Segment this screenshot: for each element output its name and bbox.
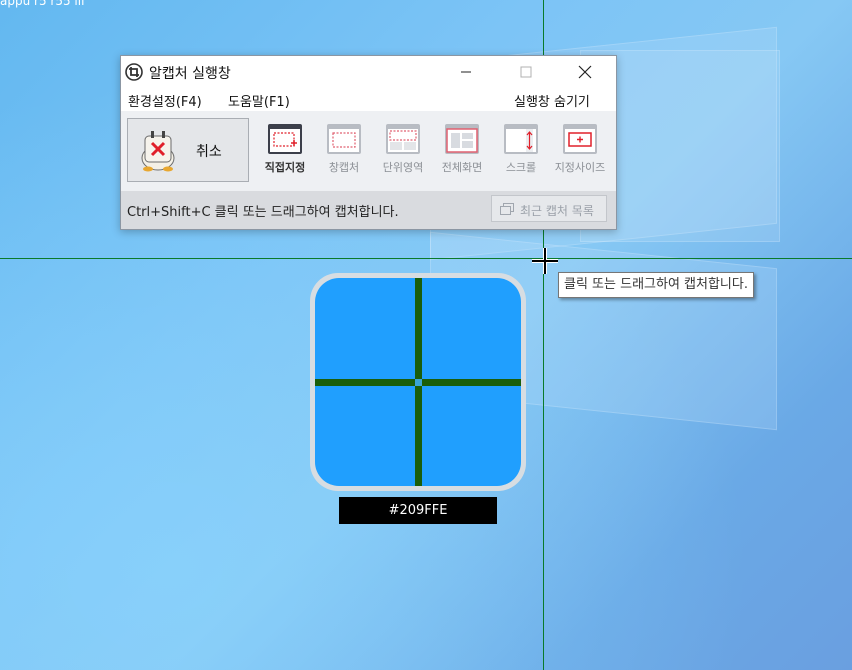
maximize-button[interactable] <box>503 56 549 87</box>
menu-hide-window[interactable]: 실행창 숨기기 <box>514 91 590 110</box>
cancel-mascot-icon <box>141 131 175 172</box>
alcapture-window: 알캡처 실행창 환경설정(F4) 도움말(F1) 실행창 숨기기 취소 직접지정… <box>120 55 617 230</box>
cancel-label: 취소 <box>196 144 222 160</box>
window-capture-icon <box>327 124 361 154</box>
tool-window-capture[interactable]: 창캡처 <box>315 123 373 183</box>
tool-full-screen[interactable]: 전체화면 <box>433 123 491 183</box>
tool-label: 단위영역 <box>382 161 424 174</box>
tool-scroll[interactable]: 스크롤 <box>492 123 550 183</box>
tool-label: 전체화면 <box>441 161 483 174</box>
unit-area-icon <box>386 124 420 154</box>
menu-settings[interactable]: 환경설정(F4) <box>128 91 202 110</box>
tool-unit-area[interactable]: 단위영역 <box>374 123 432 183</box>
cancel-button[interactable]: 취소 <box>127 118 249 182</box>
fixed-size-icon <box>563 124 597 154</box>
window-title: 알캡처 실행창 <box>149 66 231 82</box>
magnifier-view <box>315 278 521 486</box>
crosshair-horizontal-line <box>0 258 852 259</box>
tool-label: 지정사이즈 <box>554 161 606 174</box>
recent-captures-label: 최근 캡처 목록 <box>520 204 594 218</box>
direct-select-icon <box>268 124 302 154</box>
full-screen-icon <box>445 124 479 154</box>
menu-help[interactable]: 도움말(F1) <box>228 91 290 110</box>
tool-fixed-size[interactable]: 지정사이즈 <box>551 123 609 183</box>
scroll-icon <box>504 124 538 154</box>
minimize-button[interactable] <box>443 56 489 87</box>
tool-label: 직접지정 <box>264 161 306 174</box>
recent-captures-button[interactable]: 최근 캡처 목록 <box>491 195 607 222</box>
tool-direct-select[interactable]: 직접지정 <box>256 123 314 183</box>
color-magnifier <box>310 273 526 491</box>
crosshair-cursor-icon <box>532 248 558 274</box>
status-bar: Ctrl+Shift+C 클릭 또는 드래그하여 캡처합니다. 최근 캡처 목록 <box>121 191 616 229</box>
color-code-label: #209FFE <box>339 497 497 524</box>
tool-label: 창캡처 <box>328 161 360 174</box>
recent-list-icon <box>500 203 514 215</box>
menu-bar: 환경설정(F4) 도움말(F1) 실행창 숨기기 <box>121 89 616 111</box>
close-icon <box>578 65 592 78</box>
capture-toolbar: 취소 직접지정 창캡처 단위영역 전체화면 스크롤 지정사이즈 <box>121 111 616 191</box>
close-button[interactable] <box>562 56 608 87</box>
status-text: Ctrl+Shift+C 클릭 또는 드래그하여 캡처합니다. <box>127 205 399 220</box>
magnifier-center-pixel <box>415 379 422 386</box>
alcapture-app-icon <box>125 63 143 81</box>
capture-tooltip: 클릭 또는 드래그하여 캡처합니다. <box>558 272 754 298</box>
tool-label: 스크롤 <box>505 161 537 174</box>
desktop-icon-label: appu r5 r55 lii <box>0 0 85 8</box>
minimize-icon <box>461 71 471 72</box>
maximize-icon <box>520 66 532 77</box>
title-bar[interactable]: 알캡처 실행창 <box>121 56 616 87</box>
